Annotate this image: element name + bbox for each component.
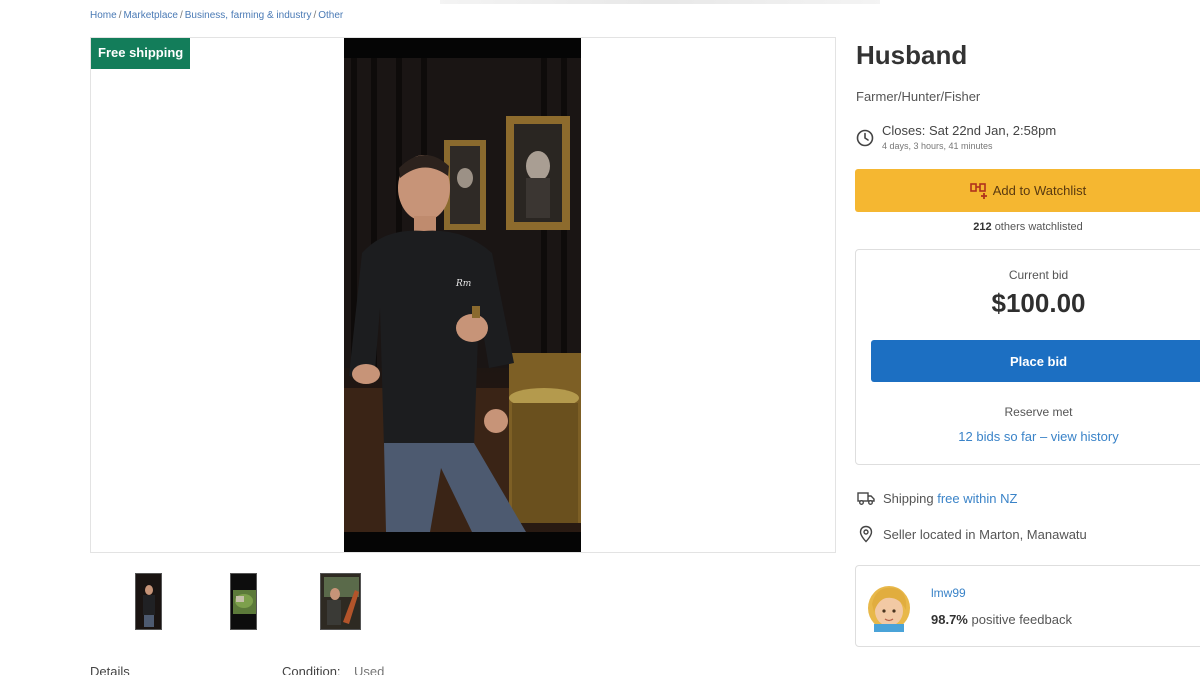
current-bid-amount: $100.00 [991,288,1086,318]
listing-subtitle: Farmer/Hunter/Fisher [856,89,981,104]
breadcrumb-category[interactable]: Business, farming & industry [185,10,312,21]
breadcrumb-marketplace[interactable]: Marketplace [123,10,177,21]
shipping-value[interactable]: free within NZ [937,491,1017,506]
reserve-status: Reserve met [1004,405,1073,419]
svg-text:Rm: Rm [455,279,471,289]
breadcrumb: Home / Marketplace / Business, farming & i… [90,10,344,21]
feedback-suffix: positive feedback [971,612,1072,627]
clock-icon [856,129,874,147]
seller-feedback: 98.7% positive feedback [931,612,1072,627]
main-photo-image: Rm [344,38,581,552]
main-photo[interactable]: Rm [344,38,581,552]
shipping-info: Shipping free within NZ [857,489,1017,507]
photo-gallery[interactable]: Free shipping Rm [90,37,836,553]
thumbnail-3-image [321,574,360,629]
feedback-percent: 98.7% [931,612,968,627]
top-edge [440,0,880,4]
watchlist-count-suffix: others watchlisted [994,221,1083,233]
location-pin-icon [859,525,873,543]
details-heading: Details [90,666,130,675]
seller-card: lmw99 98.7% positive feedback [855,565,1200,647]
watchlist-icon [969,182,987,199]
add-to-watchlist-label: Add to Watchlist [992,183,1087,198]
watchlist-count: 212 others watchlisted [856,221,1200,233]
thumbnail-2[interactable] [230,573,257,630]
thumbnail-2-image [231,574,256,629]
shipping-label: Shipping [883,490,934,506]
watchlist-count-number: 212 [973,221,992,233]
truck-icon [857,492,875,505]
thumbnail-3[interactable] [320,573,361,630]
free-shipping-badge: Free shipping [91,38,191,69]
avatar[interactable] [866,582,912,632]
location-info: Seller located in Marton, Manawatu [857,525,1087,543]
bid-card: Current bid $100.00 Place bid Reserve me… [855,249,1200,465]
seller-username[interactable]: lmw99 [931,586,966,600]
condition-label: Condition: [282,666,341,675]
listing-title: Husband [856,40,968,70]
current-bid-label: Current bid [1008,268,1069,282]
thumbnail-1-image [136,574,161,629]
bid-history-link[interactable]: 12 bids so far – view history [856,429,1200,444]
time-remaining: 4 days, 3 hours, 41 minutes [882,141,993,151]
place-bid-button[interactable]: Place bid [871,340,1200,382]
breadcrumb-home[interactable]: Home [90,10,117,21]
location-text: Seller located in Marton, Manawatu [883,526,1087,542]
closes-text: Closes: Sat 22nd Jan, 2:58pm [882,123,1057,138]
add-to-watchlist-button[interactable]: Add to Watchlist [855,169,1200,212]
auction-close-info: Closes: Sat 22nd Jan, 2:58pm 4 days, 3 h… [856,123,1056,151]
breadcrumb-other[interactable]: Other [318,10,343,21]
details-row: Details Condition: Used [90,666,490,675]
condition-value: Used [354,666,385,675]
thumbnail-1[interactable] [135,573,162,630]
